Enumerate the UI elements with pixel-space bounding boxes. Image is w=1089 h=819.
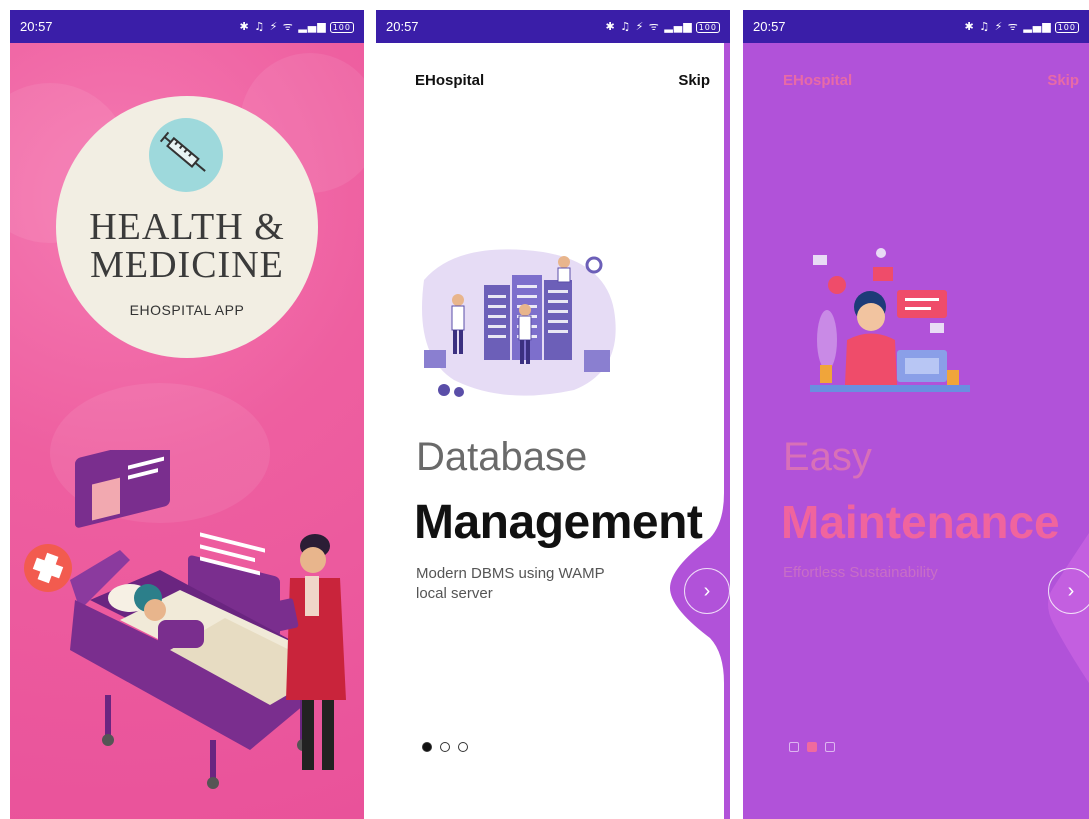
heading-light: Easy	[783, 435, 872, 479]
status-time: 20:57	[386, 19, 419, 34]
description: Effortless Sustainability	[783, 564, 938, 581]
logo-circle: HEALTH & MEDICINE EHOSPITAL APP	[56, 96, 318, 358]
status-bar: 20:57 ✱ ♫ ⚡ ᯤ ▂▄▆ 100	[743, 10, 1089, 43]
next-button[interactable]: ›	[684, 568, 730, 614]
app-name: EHospital	[783, 72, 853, 89]
page-dot[interactable]	[789, 742, 799, 752]
onboarding-screen-database: 20:57 ✱ ♫ ⚡ ᯤ ▂▄▆ 100 EHospital Skip Data…	[376, 10, 730, 819]
app-name: EHospital	[415, 72, 485, 89]
description: Modern DBMS using WAMP local server	[416, 565, 605, 602]
logo-title: HEALTH & MEDICINE	[89, 206, 285, 286]
medical-cross-icon	[24, 544, 72, 592]
swipe-wave	[1048, 533, 1089, 683]
support-agent-illustration	[810, 248, 970, 392]
top-bar: EHospital Skip	[415, 72, 710, 89]
page-dot[interactable]	[825, 742, 835, 752]
heading-light: Database	[416, 435, 588, 479]
logo-subtitle: EHOSPITAL APP	[129, 302, 245, 318]
status-time: 20:57	[753, 19, 786, 34]
battery-icon: 100	[329, 22, 354, 33]
splash-screen: 20:57 ✱ ♫ ⚡ ᯤ ▂▄▆100 HEALTH & MEDICINE	[10, 10, 364, 819]
status-bar: 20:57 ✱ ♫ ⚡ ᯤ ▂▄▆ 100	[376, 10, 730, 43]
page-indicator	[789, 742, 835, 752]
page-indicator	[422, 742, 468, 752]
status-icons: ✱ ♫ ⚡ ᯤ ▂▄▆ 100	[965, 19, 1079, 34]
page-dot[interactable]	[440, 742, 450, 752]
status-bar: 20:57 ✱ ♫ ⚡ ᯤ ▂▄▆ 100	[10, 10, 364, 43]
database-server-illustration	[422, 249, 616, 397]
status-icons: ✱ ♫ ⚡ ᯤ ▂▄▆ 100	[240, 19, 354, 34]
swipe-wave	[670, 43, 730, 819]
syringe-icon	[149, 118, 223, 192]
heading-bold: Management	[414, 496, 703, 549]
page-dot[interactable]	[422, 742, 432, 752]
hospital-bed-illustration	[24, 450, 346, 789]
battery-icon: 100	[695, 22, 720, 33]
status-icons: ✱ ♫ ⚡ ᯤ ▂▄▆ 100	[606, 19, 720, 34]
heading-bold: Maintenance	[781, 496, 1060, 548]
next-button[interactable]: ›	[1048, 568, 1089, 614]
top-bar: EHospital Skip	[783, 72, 1079, 89]
status-time: 20:57	[20, 19, 53, 34]
page-dot[interactable]	[807, 742, 817, 752]
page-dot[interactable]	[458, 742, 468, 752]
battery-icon: 100	[1054, 22, 1079, 33]
onboarding-screen-maintenance: 20:57 ✱ ♫ ⚡ ᯤ ▂▄▆ 100 EHospital Skip Easy…	[743, 10, 1089, 819]
